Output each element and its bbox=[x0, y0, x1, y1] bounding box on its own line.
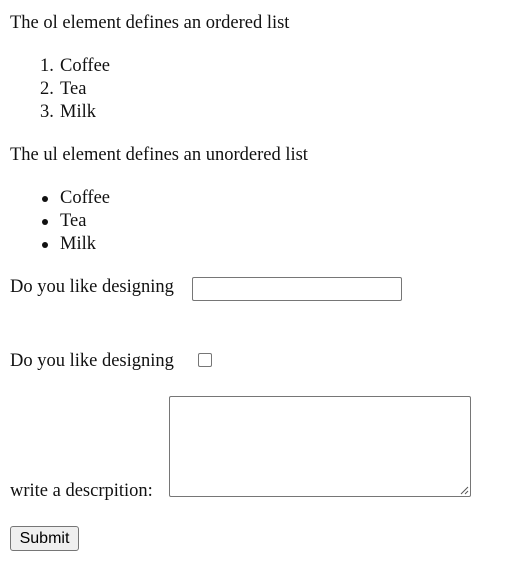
list-item: Milk bbox=[10, 233, 110, 256]
list-item: Tea bbox=[10, 210, 110, 233]
list-item-label: Milk bbox=[60, 234, 96, 254]
list-item-number: 2. bbox=[40, 79, 54, 99]
designing-text-input[interactable] bbox=[192, 277, 402, 301]
description-textarea[interactable] bbox=[169, 396, 471, 497]
unordered-list-intro: The ul element defines an unordered list bbox=[10, 145, 308, 165]
list-item-label: Coffee bbox=[60, 188, 110, 208]
ordered-list: 1. Coffee 2. Tea 3. Milk bbox=[10, 55, 110, 124]
list-item: Coffee bbox=[10, 187, 110, 210]
bullet-icon bbox=[42, 196, 48, 202]
designing-checkbox[interactable] bbox=[198, 353, 212, 367]
list-item-label: Tea bbox=[60, 79, 87, 99]
text-question-row: Do you like designing bbox=[10, 276, 402, 301]
bullet-icon bbox=[42, 219, 48, 225]
list-item-label: Coffee bbox=[60, 56, 110, 76]
resize-grip-icon[interactable] bbox=[460, 486, 469, 495]
list-item: 2. Tea bbox=[10, 78, 110, 101]
list-item: 3. Milk bbox=[10, 101, 110, 124]
list-item-label: Milk bbox=[60, 102, 96, 122]
list-item: 1. Coffee bbox=[10, 55, 110, 78]
list-item-label: Tea bbox=[60, 211, 87, 231]
list-item-number: 3. bbox=[40, 102, 54, 122]
unordered-list: Coffee Tea Milk bbox=[10, 187, 110, 256]
list-item-number: 1. bbox=[40, 56, 54, 76]
checkbox-question-label: Do you like designing bbox=[10, 351, 174, 371]
description-label: write a descrpition: bbox=[10, 481, 153, 501]
submit-button[interactable]: Submit bbox=[10, 526, 79, 551]
description-row: write a descrpition: bbox=[10, 396, 490, 501]
text-question-label: Do you like designing bbox=[10, 277, 174, 297]
checkbox-question-row: Do you like designing bbox=[10, 350, 212, 373]
ordered-list-intro: The ol element defines an ordered list bbox=[10, 13, 290, 33]
bullet-icon bbox=[42, 242, 48, 248]
